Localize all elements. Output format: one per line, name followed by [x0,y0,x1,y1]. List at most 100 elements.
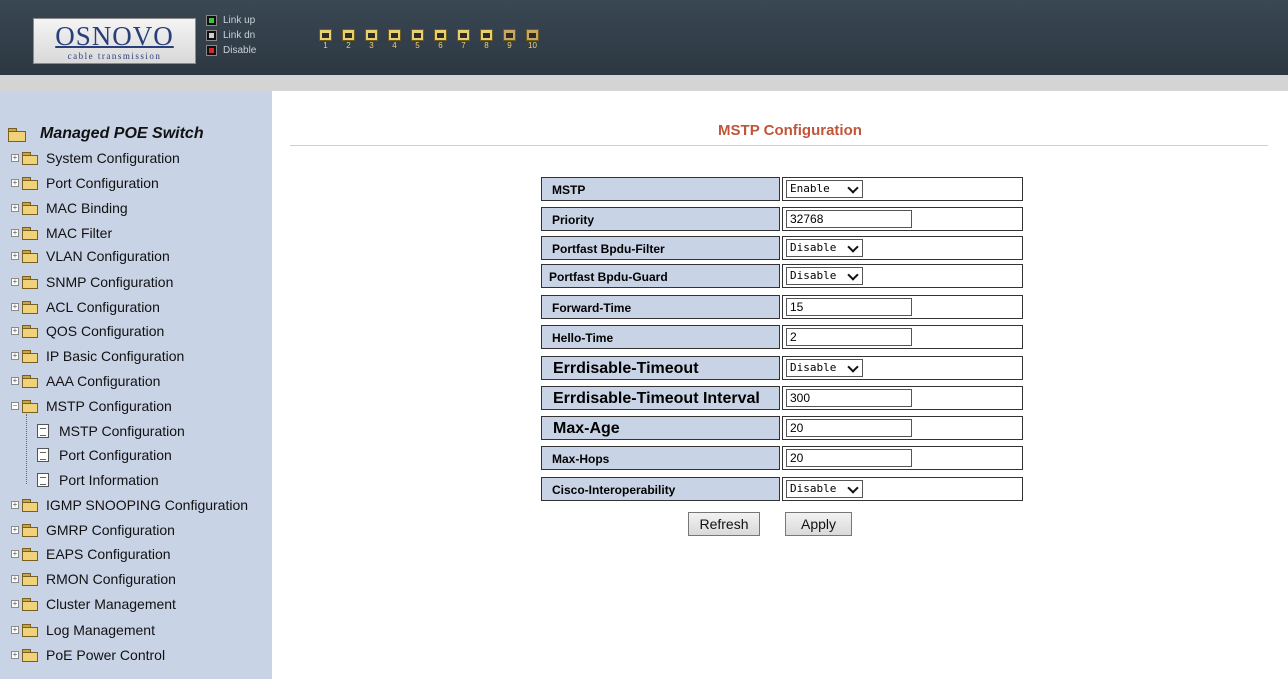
port-10[interactable]: 10 [525,29,540,51]
chevron-down-icon [847,361,859,373]
folder-icon [22,375,38,388]
folder-open-icon [8,127,26,142]
max-age-input[interactable] [786,419,912,437]
port-6[interactable]: 6 [433,29,448,51]
logo-subtitle: cable transmission [67,51,162,61]
sidebar-item-eaps-configuration[interactable]: + EAPS Configuration [11,544,171,564]
max-hops-input[interactable] [786,449,912,467]
sidebar-item-label: Cluster Management [46,596,176,612]
ethernet-port-icon [480,29,493,41]
expand-plus-icon[interactable]: + [11,327,19,335]
sidebar-subitem-port-configuration[interactable]: Port Configuration [37,445,172,465]
sidebar-item-vlan-configuration[interactable]: + VLAN Configuration [11,246,170,266]
sidebar-item-snmp-configuration[interactable]: + SNMP Configuration [11,272,173,292]
tree-root-label: Managed POE Switch [40,125,204,142]
config-label: MSTP [541,177,780,201]
port-7[interactable]: 7 [456,29,471,51]
expand-plus-icon[interactable]: + [11,526,19,534]
priority-input[interactable] [786,210,912,228]
config-label: Max-Hops [541,446,780,470]
tree-root[interactable]: Managed POE Switch [8,125,204,143]
page-title: MSTP Configuration [718,122,862,139]
sidebar-item-igmp-snooping-configuration[interactable]: + IGMP SNOOPING Configuration [11,495,248,515]
expand-plus-icon[interactable]: + [11,179,19,187]
sidebar-item-cluster-management[interactable]: + Cluster Management [11,594,176,614]
config-value-cell [782,207,1023,231]
folder-icon [22,276,38,289]
expand-plus-icon[interactable]: + [11,229,19,237]
osnovo-logo: OSNOVO cable transmission [33,18,196,64]
port-8[interactable]: 8 [479,29,494,51]
expand-plus-icon[interactable]: + [11,626,19,634]
sidebar-item-mac-binding[interactable]: + MAC Binding [11,198,128,218]
expand-plus-icon[interactable]: + [11,600,19,608]
port-1[interactable]: 1 [318,29,333,51]
port-number: 4 [392,41,397,50]
sidebar-item-label: MAC Binding [46,200,128,216]
sidebar-item-poe-power-control[interactable]: + PoE Power Control [11,645,165,665]
cisco-interoperability-select[interactable]: Disable [786,480,863,498]
port-9[interactable]: 9 [502,29,517,51]
port-4[interactable]: 4 [387,29,402,51]
folder-icon [22,499,38,512]
sidebar-item-ip-basic-configuration[interactable]: + IP Basic Configuration [11,346,184,366]
port-number: 5 [415,41,420,50]
ethernet-port-icon [457,29,470,41]
hello-time-input[interactable] [786,328,912,346]
sfp-port-icon [526,29,539,41]
refresh-button[interactable]: Refresh [688,512,760,536]
sidebar-item-label: QOS Configuration [46,323,165,339]
sidebar-item-label: Port Information [59,472,159,488]
header-bar: OSNOVO cable transmission Link up Link d… [0,0,1288,75]
sidebar-subitem-mstp-configuration[interactable]: MSTP Configuration [37,421,185,441]
legend-label: Link dn [223,29,256,41]
sidebar-item-aaa-configuration[interactable]: + AAA Configuration [11,371,160,391]
sidebar-item-rmon-configuration[interactable]: + RMON Configuration [11,569,176,589]
folder-icon [22,649,38,662]
expand-plus-icon[interactable]: + [11,303,19,311]
expand-plus-icon[interactable]: + [11,651,19,659]
sidebar-item-label: Port Configuration [46,175,159,191]
sidebar-item-label: GMRP Configuration [46,522,175,538]
sidebar-item-label: Port Configuration [59,447,172,463]
sidebar-item-gmrp-configuration[interactable]: + GMRP Configuration [11,520,175,540]
errdisable-timeout-interval-input[interactable] [786,389,912,407]
sidebar-item-label: EAPS Configuration [46,546,171,562]
port-3[interactable]: 3 [364,29,379,51]
portfast-bpdu-filter-select[interactable]: Disable [786,239,863,257]
errdisable-timeout-select[interactable]: Disable [786,359,863,377]
logo-text: OSNOVO [55,21,174,51]
sidebar-item-port-configuration[interactable]: + Port Configuration [11,173,159,193]
apply-button[interactable]: Apply [785,512,852,536]
portfast-bpdu-guard-select[interactable]: Disable [786,267,863,285]
ethernet-port-icon [434,29,447,41]
config-value-cell [782,386,1023,410]
sidebar-item-log-management[interactable]: + Log Management [11,620,155,640]
sidebar-item-label: MSTP Configuration [46,398,172,414]
expand-plus-icon[interactable]: + [11,501,19,509]
sidebar-subitem-port-information[interactable]: Port Information [37,470,159,490]
sidebar-item-mstp-configuration[interactable]: − MSTP Configuration [11,396,172,416]
sidebar-item-acl-configuration[interactable]: + ACL Configuration [11,297,160,317]
port-panel: 1 2 3 4 5 6 7 8 9 10 [318,29,548,51]
expand-plus-icon[interactable]: + [11,352,19,360]
port-2[interactable]: 2 [341,29,356,51]
collapse-minus-icon[interactable]: − [11,402,19,410]
sidebar-item-system-configuration[interactable]: + System Configuration [11,148,180,168]
port-5[interactable]: 5 [410,29,425,51]
expand-plus-icon[interactable]: + [11,575,19,583]
forward-time-input[interactable] [786,298,912,316]
sidebar-item-label: AAA Configuration [46,373,161,389]
sidebar-item-qos-configuration[interactable]: + QOS Configuration [11,321,164,341]
expand-plus-icon[interactable]: + [11,204,19,212]
folder-open-icon [22,400,38,413]
mstp-select[interactable]: Enable [786,180,863,198]
expand-plus-icon[interactable]: + [11,154,19,162]
sidebar-item-label: IGMP SNOOPING Configuration [46,497,249,513]
expand-plus-icon[interactable]: + [11,550,19,558]
expand-plus-icon[interactable]: + [11,252,19,260]
expand-plus-icon[interactable]: + [11,278,19,286]
port-number: 6 [438,41,443,50]
expand-plus-icon[interactable]: + [11,377,19,385]
sidebar-item-mac-filter[interactable]: + MAC Filter [11,223,112,243]
